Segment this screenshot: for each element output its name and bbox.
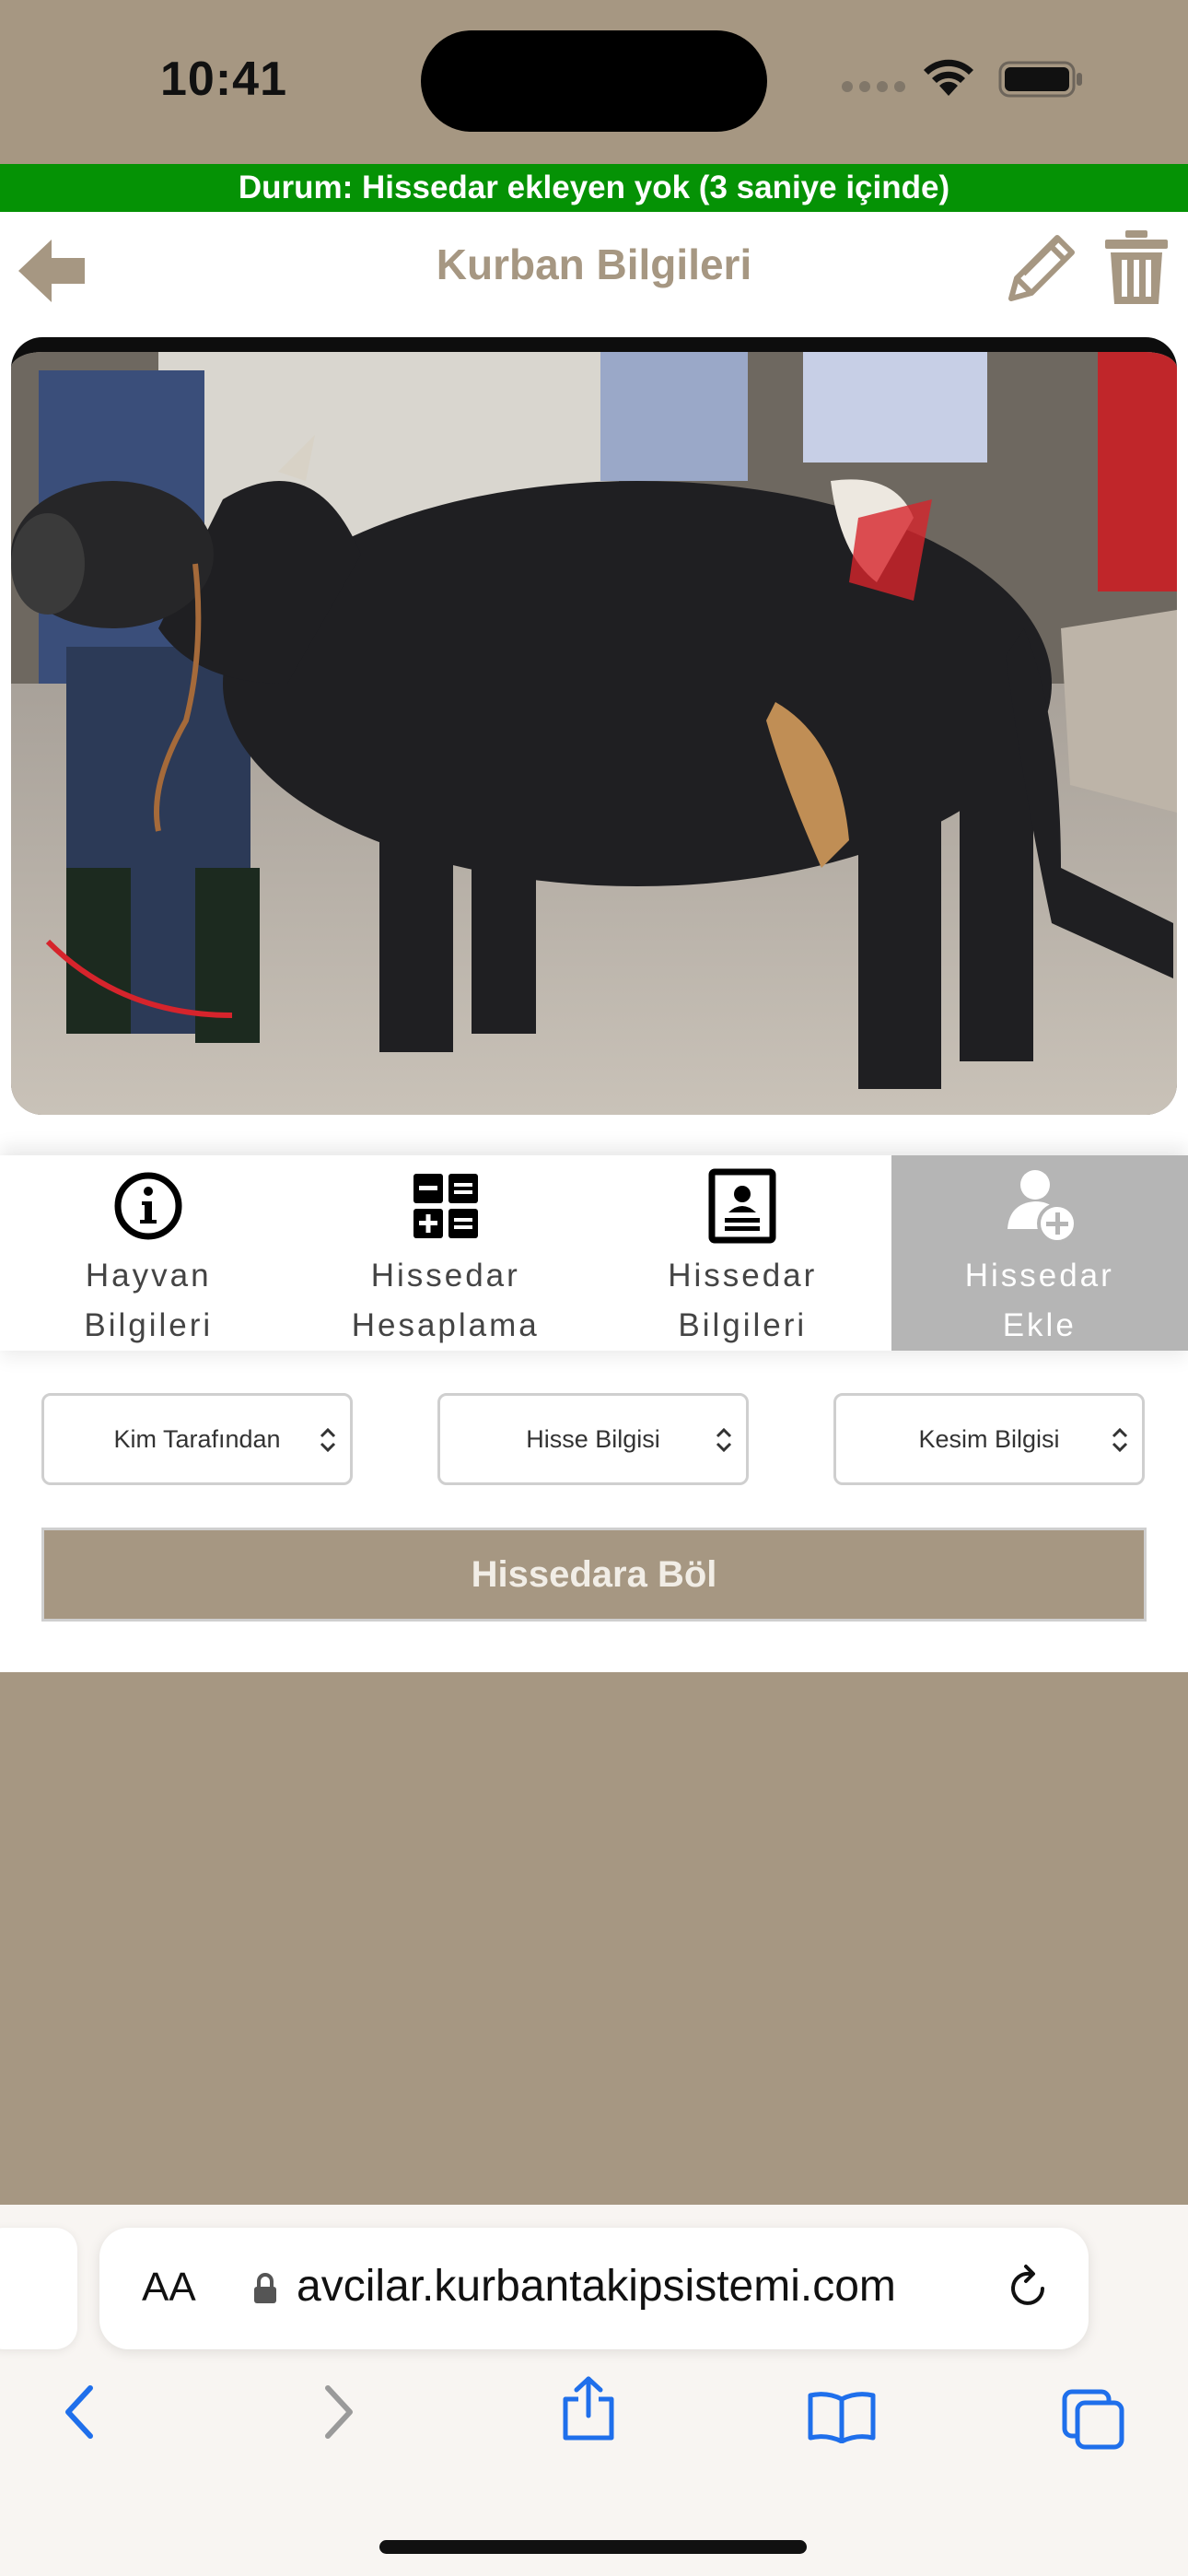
tab-label: Hissedar Ekle [964,1258,1114,1343]
text-size-button[interactable]: AA [142,2265,196,2311]
dynamic-island [421,30,767,132]
chevron-up-down-icon [716,1427,732,1453]
tabs-icon[interactable] [1061,2388,1125,2451]
tab-label: Hayvan Bilgileri [84,1258,214,1343]
tab-hissedar-hesaplama[interactable]: Hissedar Hesaplama [297,1155,595,1351]
tab-bar: Hayvan Bilgileri Hissedar Hesaplama Hiss… [0,1155,1188,1351]
ios-status-bar: 10:41 [0,0,1188,164]
share-icon[interactable] [560,2375,617,2441]
animal-photo [11,337,1177,1115]
select-value: Kim Tarafından [113,1425,281,1453]
home-indicator [379,2540,807,2554]
info-icon [114,1172,182,1240]
text-size-label: AA [142,2265,196,2310]
back-nav-icon[interactable] [61,2384,98,2440]
calculator-icon [413,1174,478,1238]
status-banner: Durum: Hissedar ekleyen yok (3 saniye iç… [0,164,1188,212]
wifi-icon [924,59,973,96]
cut-info-select[interactable]: Kesim Bilgisi [833,1393,1145,1485]
cellular-signal-icon [842,81,905,92]
forward-nav-icon[interactable] [320,2384,357,2440]
clock: 10:41 [160,53,287,106]
address-bar[interactable]: AA avcilar.kurbantakipsistemi.com [99,2228,1089,2349]
url-text: avcilar.kurbantakipsistemi.com [297,2262,896,2311]
reload-icon[interactable] [1002,2263,1054,2314]
chevron-up-down-icon [1112,1427,1128,1453]
contact-card-icon [708,1168,776,1244]
tab-hayvan-bilgileri[interactable]: Hayvan Bilgileri [0,1155,297,1351]
previous-tab-card[interactable] [0,2228,77,2349]
tab-hissedar-bilgileri[interactable]: Hissedar Bilgileri [594,1155,891,1351]
tab-label: Hissedar Bilgileri [668,1258,818,1343]
page-content: Kurban Bilgileri Hayvan Bilgileri Hissed… [0,212,1188,1672]
select-value: Hisse Bilgisi [526,1425,660,1453]
edit-pencil-icon[interactable] [1004,228,1081,306]
share-info-select[interactable]: Hisse Bilgisi [437,1393,749,1485]
trash-icon[interactable] [1101,228,1171,306]
select-value: Kesim Bilgisi [918,1425,1060,1453]
chevron-up-down-icon [320,1427,336,1453]
bookmarks-icon[interactable] [807,2390,877,2443]
battery-icon [998,61,1082,98]
tab-label: Hissedar Hesaplama [351,1258,540,1343]
by-whom-select[interactable]: Kim Tarafından [41,1393,353,1485]
add-user-icon [1007,1170,1077,1244]
split-to-shareholder-button[interactable]: Hissedara Böl [41,1528,1147,1622]
tab-hissedar-ekle[interactable]: Hissedar Ekle [891,1155,1188,1351]
cow-illustration [11,352,1177,1115]
lock-icon [254,2273,276,2303]
